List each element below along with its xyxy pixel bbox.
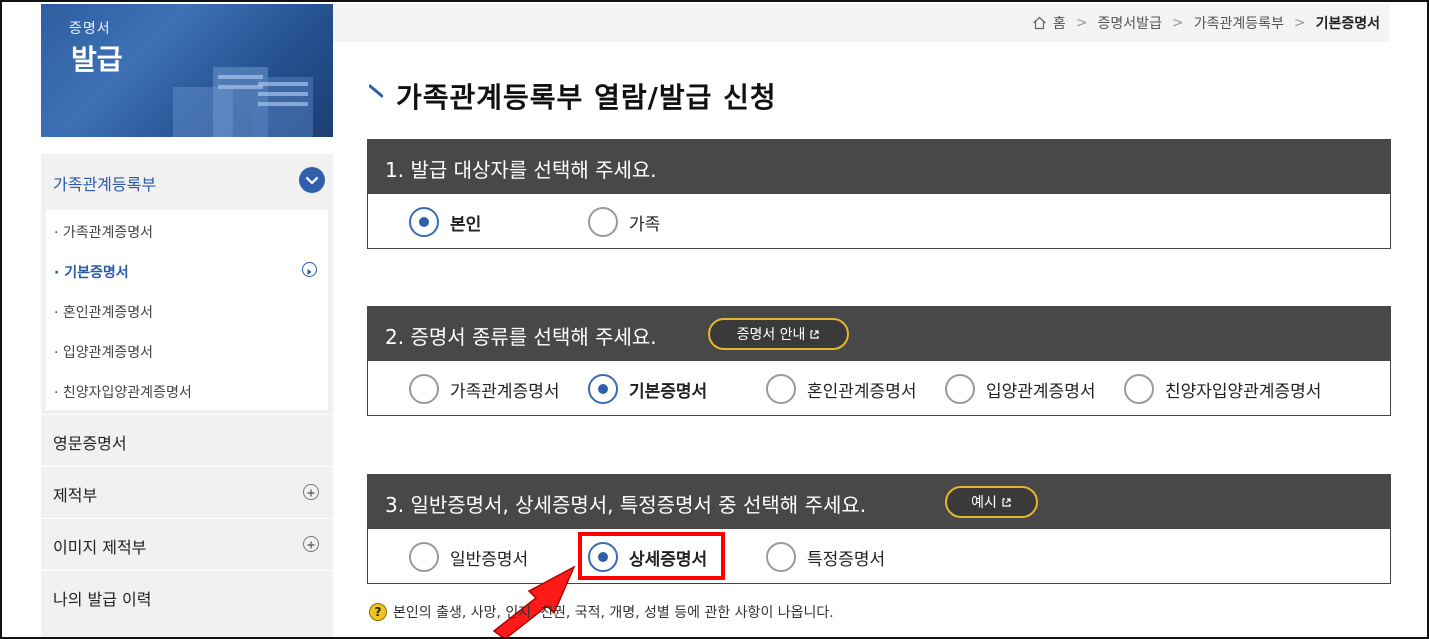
pointer-arrow-icon bbox=[492, 565, 576, 637]
radio-marriage[interactable]: 혼인관계증명서 bbox=[766, 374, 916, 404]
info-note: ? 본인의 출생, 사망, 인지, 친권, 국적, 개명, 성별 등에 관한 사… bbox=[369, 602, 834, 622]
radio-family-relation[interactable]: 가족관계증명서 bbox=[409, 374, 559, 404]
sidebar-item-image-register[interactable]: 이미지 제적부 bbox=[41, 518, 333, 568]
radio-label: 특정증명서 bbox=[807, 549, 886, 570]
section1-title: 1. 발급 대상자를 선택해 주세요. bbox=[385, 158, 657, 182]
chevron-down-icon[interactable] bbox=[299, 167, 325, 193]
plus-icon[interactable] bbox=[303, 484, 319, 500]
breadcrumb-bar: 홈 > 증명서발급 > 가족관계등록부 > 기본증명서 bbox=[333, 4, 1390, 42]
section2-title: 2. 증명서 종류를 선택해 주세요. bbox=[385, 325, 657, 349]
external-link-icon bbox=[1002, 497, 1011, 507]
radio-family[interactable]: 가족 bbox=[588, 207, 660, 237]
heading-mark-icon bbox=[369, 84, 383, 98]
section3-header: 3. 일반증명서, 상세증명서, 특정증명서 중 선택해 주세요. 예시 bbox=[367, 474, 1391, 529]
radio-label: 기본증명서 bbox=[629, 381, 708, 402]
books-illustration bbox=[173, 67, 313, 137]
example-button[interactable]: 예시 bbox=[945, 486, 1038, 518]
sidebar-item-removed-register[interactable]: 제적부 bbox=[41, 466, 333, 516]
banner-title-small: 증명서 bbox=[69, 21, 111, 37]
section2-header: 2. 증명서 종류를 선택해 주세요. 증명서 안내 bbox=[367, 306, 1391, 361]
note-text: 본인의 출생, 사망, 인지, 친권, 국적, 개명, 성별 등에 관한 사항이… bbox=[393, 605, 834, 621]
breadcrumb-home[interactable]: 홈 bbox=[1053, 13, 1066, 33]
sidebar-section-title: 가족관계등록부 bbox=[53, 175, 157, 194]
sidebar-item-label: 영문증명서 bbox=[53, 434, 127, 453]
chevron-right-icon: > bbox=[1171, 15, 1184, 31]
button-label: 예시 bbox=[971, 495, 997, 511]
sidebar-item-history[interactable]: 나의 발급 이력 bbox=[41, 570, 333, 620]
radio-label: 가족 bbox=[629, 214, 661, 235]
sidebar-banner: 증명서 발급 bbox=[41, 4, 333, 137]
external-link-icon bbox=[810, 329, 820, 339]
sidebar: 가족관계등록부 · 가족관계증명서 · 기본증명서 · 혼인관계증명서 · 입양… bbox=[41, 154, 333, 637]
sidebar-subitem-family-relation[interactable]: · 가족관계증명서 bbox=[54, 222, 153, 242]
plus-icon[interactable] bbox=[303, 536, 319, 552]
sidebar-subitem-basic[interactable]: · 기본증명서 bbox=[54, 262, 129, 282]
section3-title: 3. 일반증명서, 상세증명서, 특정증명서 중 선택해 주세요. bbox=[385, 493, 867, 517]
sidebar-subitem-full-adoption[interactable]: · 친양자입양관계증명서 bbox=[54, 382, 192, 402]
breadcrumb-issue[interactable]: 증명서발급 bbox=[1098, 13, 1162, 33]
sidebar-subitem-marriage[interactable]: · 혼인관계증명서 bbox=[54, 302, 153, 322]
section1-header: 1. 발급 대상자를 선택해 주세요. bbox=[367, 139, 1391, 194]
radio-adoption[interactable]: 입양관계증명서 bbox=[945, 374, 1095, 404]
sidebar-submenu: · 가족관계증명서 · 기본증명서 · 혼인관계증명서 · 입양관계증명서 · … bbox=[46, 210, 328, 410]
breadcrumb: 홈 > 증명서발급 > 가족관계등록부 > 기본증명서 bbox=[1032, 13, 1380, 33]
button-label: 증명서 안내 bbox=[736, 327, 806, 343]
radio-circle[interactable] bbox=[588, 374, 618, 404]
chevron-right-icon: > bbox=[1293, 15, 1306, 31]
radio-circle[interactable] bbox=[409, 374, 439, 404]
banner-title-big: 발급 bbox=[71, 43, 123, 76]
certificate-guide-button[interactable]: 증명서 안내 bbox=[708, 318, 849, 350]
radio-circle[interactable] bbox=[588, 207, 618, 237]
sidebar-item-label: 나의 발급 이력 bbox=[53, 590, 152, 609]
radio-circle[interactable] bbox=[766, 542, 796, 572]
highlight-box bbox=[578, 532, 725, 580]
radio-self[interactable]: 본인 bbox=[409, 207, 481, 237]
home-icon[interactable] bbox=[1032, 16, 1047, 30]
play-icon bbox=[302, 262, 317, 277]
radio-full-adoption[interactable]: 친양자입양관계증명서 bbox=[1124, 374, 1321, 404]
radio-label: 친양자입양관계증명서 bbox=[1165, 381, 1322, 402]
page-title: 가족관계등록부 열람/발급 신청 bbox=[396, 81, 777, 114]
question-icon: ? bbox=[369, 603, 387, 621]
radio-circle[interactable] bbox=[1124, 374, 1154, 404]
radio-circle[interactable] bbox=[766, 374, 796, 404]
sidebar-item-label: 제적부 bbox=[53, 486, 98, 505]
radio-label: 혼인관계증명서 bbox=[807, 381, 917, 402]
sidebar-subitem-adoption[interactable]: · 입양관계증명서 bbox=[54, 342, 153, 362]
radio-label: 본인 bbox=[450, 214, 482, 235]
page-frame: 증명서 발급 가족관계등록부 · 가족관계증명서 · 기본증명서 · 혼인관계증… bbox=[0, 0, 1429, 639]
radio-circle[interactable] bbox=[945, 374, 975, 404]
section2-options: 가족관계증명서 기본증명서 혼인관계증명서 입양관계증명서 친양자입양관계증명서 bbox=[367, 361, 1391, 416]
breadcrumb-registry[interactable]: 가족관계등록부 bbox=[1194, 13, 1284, 33]
radio-circle[interactable] bbox=[409, 207, 439, 237]
sidebar-item-english[interactable]: 영문증명서 bbox=[41, 414, 333, 464]
breadcrumb-current: 기본증명서 bbox=[1315, 16, 1380, 32]
radio-label: 입양관계증명서 bbox=[986, 381, 1096, 402]
sidebar-item-label: 이미지 제적부 bbox=[53, 538, 147, 557]
section1-options: 본인 가족 bbox=[367, 194, 1391, 249]
radio-basic[interactable]: 기본증명서 bbox=[588, 374, 707, 404]
chevron-right-icon: > bbox=[1075, 15, 1088, 31]
radio-label: 가족관계증명서 bbox=[450, 381, 560, 402]
sidebar-item-family-registry[interactable]: 가족관계등록부 bbox=[41, 154, 333, 208]
radio-specific[interactable]: 특정증명서 bbox=[766, 542, 885, 572]
radio-circle[interactable] bbox=[409, 542, 439, 572]
